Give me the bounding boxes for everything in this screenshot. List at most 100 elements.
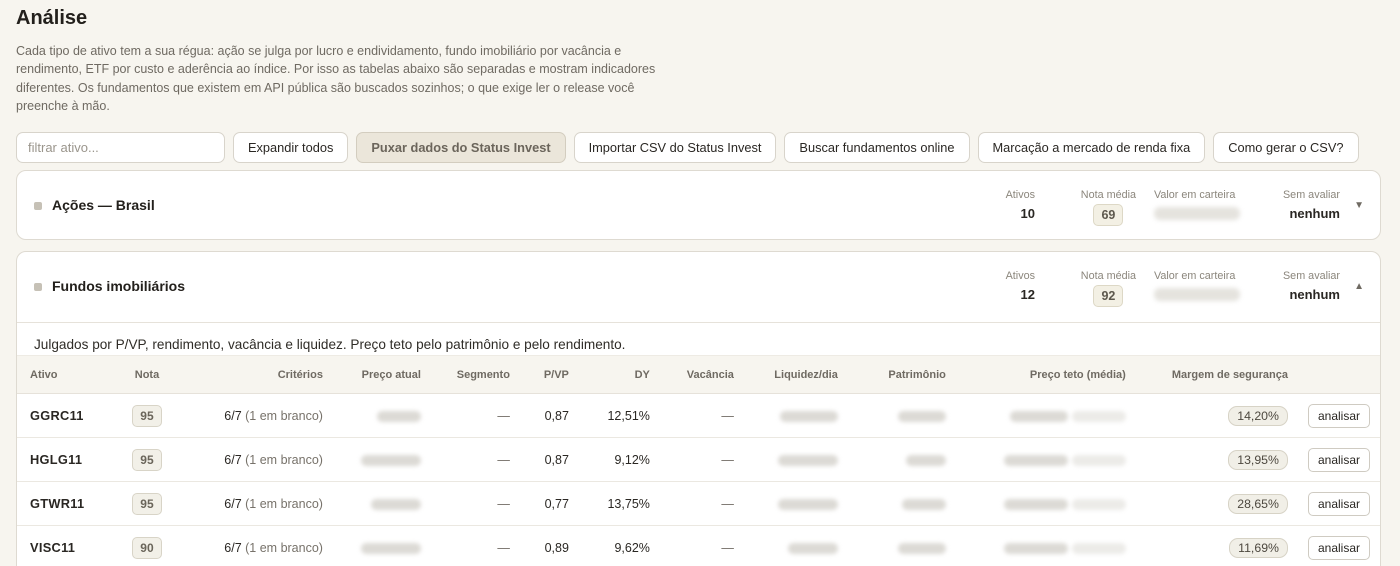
cell-dy: 12,51%	[578, 393, 660, 438]
import-csv-button[interactable]: Importar CSV do Status Invest	[573, 132, 777, 164]
blurred-value	[1071, 542, 1126, 554]
cell-margem: 13,95%	[1135, 437, 1298, 482]
cell-actions: analisar	[1297, 525, 1380, 566]
section-header[interactable]: Ações — Brasil Ativos 10 Nota média 69 V…	[17, 171, 1380, 241]
table-row: GGRC11 95 6/7 (1 em branco) —0,87 12,51% — 14…	[17, 393, 1380, 438]
blurred-value	[779, 410, 838, 422]
col-nota[interactable]: Nota	[111, 355, 182, 394]
col-liquidez[interactable]: Liquidez/dia	[743, 355, 848, 394]
cell-preco-atual	[332, 393, 431, 438]
blurred-value	[376, 410, 421, 422]
cell-criterios: 6/7 (1 em branco)	[181, 525, 333, 566]
col-patrimonio[interactable]: Patrimônio	[847, 355, 956, 394]
col-preco-atual[interactable]: Preço atual	[332, 355, 431, 394]
section-marker-icon	[34, 283, 42, 291]
stat-nota-media: Nota média 69	[1081, 189, 1136, 226]
col-preco-teto[interactable]: Preço teto (média)	[955, 355, 1136, 394]
stat-value: nenhum	[1289, 206, 1340, 221]
blurred-value	[1071, 410, 1126, 422]
criterios-value: 6/7	[224, 540, 242, 555]
blurred-value	[787, 542, 838, 554]
cell-ativo: GTWR11	[17, 481, 112, 526]
toolbar: Expandir todos Puxar dados do Status Inv…	[16, 132, 1384, 164]
cell-vacancia: —	[659, 525, 744, 566]
section-title: Fundos imobiliários	[52, 278, 186, 294]
section-description: Julgados por P/VP, rendimento, vacância …	[17, 322, 1380, 355]
analisar-button[interactable]: analisar	[1307, 403, 1370, 428]
cell-dy: 9,12%	[578, 437, 660, 482]
blurred-value	[1004, 454, 1069, 466]
cell-segmento: —	[430, 481, 520, 526]
cell-liquidez	[743, 525, 848, 566]
stat-label: Nota média	[1080, 270, 1136, 282]
expand-all-button[interactable]: Expandir todos	[233, 132, 349, 164]
section-acoes-brasil: Ações — Brasil Ativos 10 Nota média 69 V…	[16, 170, 1381, 240]
nota-badge: 95	[132, 448, 162, 471]
col-segmento[interactable]: Segmento	[430, 355, 520, 394]
cell-liquidez	[743, 481, 848, 526]
fixed-income-mtm-button[interactable]: Marcação a mercado de renda fixa	[977, 132, 1206, 164]
section-marker-icon	[34, 202, 42, 210]
cell-pvp: 0,87	[519, 393, 579, 438]
page-intro: Cada tipo de ativo tem a sua régua: ação…	[16, 44, 656, 113]
pull-status-invest-button[interactable]: Puxar dados do Status Invest	[356, 132, 566, 164]
page-title: Análise	[16, 7, 88, 29]
col-ativo[interactable]: Ativo	[17, 355, 112, 394]
blurred-value	[360, 454, 421, 466]
analisar-button[interactable]: analisar	[1307, 447, 1370, 472]
cell-ativo: HGLG11	[17, 437, 112, 482]
stat-label: Sem avaliar	[1282, 189, 1340, 201]
cell-pvp: 0,77	[519, 481, 579, 526]
cell-nota: 95	[111, 481, 182, 526]
stat-sem-avaliar: Sem avaliar nenhum	[1283, 270, 1340, 302]
filter-input[interactable]	[16, 132, 225, 164]
cell-preco-atual	[332, 481, 431, 526]
blurred-value	[905, 454, 946, 466]
nota-badge: 69	[1093, 204, 1124, 226]
cell-patrimonio	[847, 481, 956, 526]
chevron-down-icon[interactable]: ▼	[1354, 200, 1364, 211]
blurred-value	[1154, 288, 1240, 301]
cell-pvp: 0,89	[519, 525, 579, 566]
section-fundos-imobiliarios: Fundos imobiliários Ativos 12 Nota média…	[16, 251, 1381, 566]
table-row: VISC11 90 6/7 (1 em branco) —0,89 9,62% — 11,…	[17, 525, 1380, 566]
chevron-up-icon[interactable]: ▲	[1354, 281, 1364, 292]
cell-vacancia: —	[659, 437, 744, 482]
table-row: GTWR11 95 6/7 (1 em branco) —0,77 13,75% — 28…	[17, 481, 1380, 526]
cell-actions: analisar	[1297, 437, 1380, 482]
criterios-sub: (1 em branco)	[245, 540, 323, 555]
stat-label: Sem avaliar	[1282, 270, 1340, 282]
fetch-fundamentals-button[interactable]: Buscar fundamentos online	[784, 132, 970, 164]
cell-preco-teto	[955, 525, 1136, 566]
blurred-value	[901, 498, 946, 510]
col-dy[interactable]: DY	[578, 355, 660, 394]
stat-label: Valor em carteira	[1154, 189, 1236, 201]
cell-ativo: GGRC11	[17, 393, 112, 438]
section-title: Ações — Brasil	[52, 197, 155, 213]
blurred-value	[1071, 454, 1126, 466]
stat-value: nenhum	[1289, 287, 1340, 302]
blurred-value	[777, 498, 838, 510]
blurred-value	[1004, 542, 1069, 554]
criterios-sub: (1 em branco)	[245, 496, 323, 511]
col-criterios[interactable]: Critérios	[181, 355, 333, 394]
table-row: HGLG11 95 6/7 (1 em branco) —0,87 9,12% — 13,…	[17, 437, 1380, 482]
analisar-button[interactable]: analisar	[1307, 491, 1370, 516]
cell-liquidez	[743, 437, 848, 482]
section-header[interactable]: Fundos imobiliários Ativos 12 Nota média…	[17, 252, 1380, 322]
analisar-button[interactable]: analisar	[1307, 535, 1370, 560]
stat-value: 12	[1020, 287, 1035, 302]
criterios-sub: (1 em branco)	[245, 408, 323, 423]
criterios-value: 6/7	[224, 408, 242, 423]
cell-preco-atual	[332, 437, 431, 482]
blurred-value	[897, 410, 946, 422]
criterios-sub: (1 em branco)	[245, 452, 323, 467]
margem-badge: 13,95%	[1228, 449, 1288, 470]
how-csv-button[interactable]: Como gerar o CSV?	[1213, 132, 1359, 164]
col-vacancia[interactable]: Vacância	[659, 355, 744, 394]
cell-preco-teto	[955, 437, 1136, 482]
cell-segmento: —	[430, 393, 520, 438]
col-pvp[interactable]: P/VP	[519, 355, 579, 394]
table-header-row: Ativo Nota Critérios Preço atual Segment…	[17, 355, 1380, 394]
col-margem[interactable]: Margem de segurança	[1135, 355, 1298, 394]
